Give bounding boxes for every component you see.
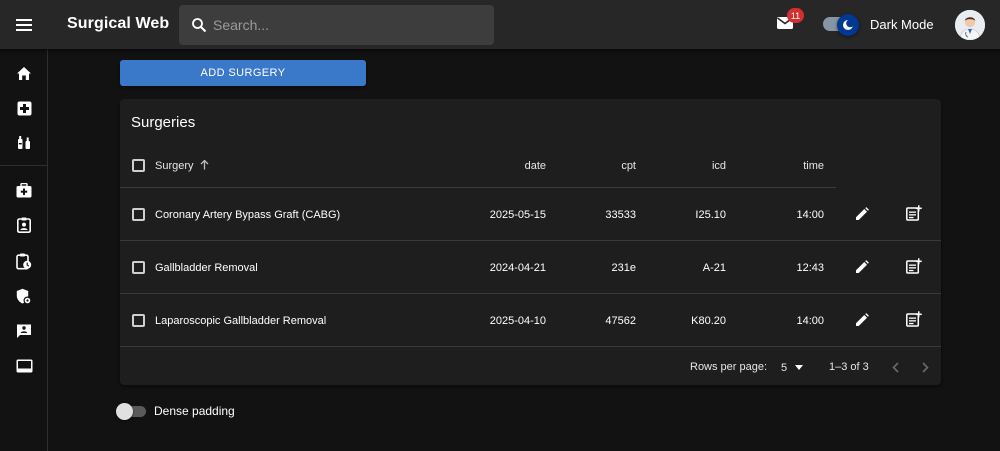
row-checkbox[interactable] <box>132 261 145 274</box>
table-cell-surgery: Gallbladder Removal <box>155 262 258 274</box>
rows-per-page-label: Rows per page: <box>690 361 768 373</box>
medical-plus-icon[interactable] <box>14 98 34 118</box>
column-header-surgery-label: Surgery <box>155 160 194 172</box>
table-cell-cpt: 33533 <box>605 209 636 221</box>
clipboard-clock-icon[interactable] <box>14 251 34 271</box>
edit-icon[interactable] <box>853 258 871 276</box>
medical-bag-icon[interactable] <box>14 180 34 200</box>
app-title: Surgical Web <box>67 15 170 32</box>
rows-per-page-select[interactable]: 5 <box>781 361 804 374</box>
select-all-checkbox[interactable] <box>132 159 145 172</box>
table-cell-date: 2024-04-21 <box>489 262 546 274</box>
pagination-range: 1–3 of 3 <box>829 361 869 373</box>
column-header-date[interactable]: date <box>466 160 546 172</box>
previous-page-icon[interactable] <box>886 358 904 376</box>
row-divider <box>120 346 941 347</box>
table-cell-time: 14:00 <box>796 209 824 221</box>
shield-gear-icon[interactable] <box>14 286 34 306</box>
dark-mode-toggle[interactable] <box>823 14 863 36</box>
surgeries-table-card: Surgeries Surgery date cpt icd time Coro… <box>120 99 941 385</box>
table-cell-time: 14:00 <box>796 315 824 327</box>
table-cell-date: 2025-04-10 <box>489 315 546 327</box>
rows-per-page-value: 5 <box>781 362 788 374</box>
dense-padding-thumb[interactable] <box>116 403 133 420</box>
table-cell-surgery: Laparoscopic Gallbladder Removal <box>155 315 327 327</box>
vaccine-icon[interactable] <box>14 133 34 153</box>
monitor-icon[interactable] <box>14 356 34 376</box>
edit-icon[interactable] <box>853 205 871 223</box>
table-cell-date: 2025-05-15 <box>489 209 546 221</box>
table-cell-icd: A-21 <box>702 262 726 274</box>
table-cell-icd: K80.20 <box>691 315 726 327</box>
app-bar: Surgical Web 11 Dark Mode <box>0 0 1000 49</box>
next-page-icon[interactable] <box>916 358 934 376</box>
avatar[interactable] <box>955 10 985 40</box>
badge-icon[interactable] <box>14 215 34 235</box>
row-checkbox[interactable] <box>132 314 145 327</box>
column-header-icd[interactable]: icd <box>646 160 726 172</box>
chat-person-icon[interactable] <box>14 321 34 341</box>
table-cell-surgery: Coronary Artery Bypass Graft (CABG) <box>155 209 341 221</box>
table-cell-cpt: 47562 <box>605 315 636 327</box>
caret-down-icon <box>795 361 804 373</box>
row-checkbox[interactable] <box>132 208 145 221</box>
side-drawer <box>0 49 48 451</box>
column-header-time[interactable]: time <box>744 160 824 172</box>
column-header-surgery[interactable]: Surgery <box>155 159 209 173</box>
search-bar[interactable] <box>179 5 494 45</box>
edit-icon[interactable] <box>853 311 871 329</box>
table-cell-icd: I25.10 <box>695 209 726 221</box>
dark-mode-label: Dark Mode <box>870 17 934 32</box>
sort-arrow-up-icon <box>200 159 209 173</box>
row-divider <box>120 240 941 241</box>
nav-divider <box>0 165 47 166</box>
row-divider <box>120 293 941 294</box>
column-header-cpt[interactable]: cpt <box>556 160 636 172</box>
note-add-icon[interactable] <box>905 257 923 275</box>
table-cell-cpt: 231e <box>611 262 636 274</box>
search-input[interactable] <box>213 5 483 45</box>
notification-badge: 11 <box>787 8 804 23</box>
table-title: Surgeries <box>131 114 196 131</box>
moon-icon <box>837 14 859 36</box>
header-divider <box>120 187 836 188</box>
table-cell-time: 12:43 <box>796 262 824 274</box>
home-icon[interactable] <box>14 63 34 83</box>
search-icon <box>191 17 207 33</box>
note-add-icon[interactable] <box>905 310 923 328</box>
menu-icon[interactable] <box>13 14 35 36</box>
add-surgery-button[interactable]: ADD SURGERY <box>120 60 366 86</box>
note-add-icon[interactable] <box>905 204 923 222</box>
dense-padding-label: Dense padding <box>154 404 235 418</box>
